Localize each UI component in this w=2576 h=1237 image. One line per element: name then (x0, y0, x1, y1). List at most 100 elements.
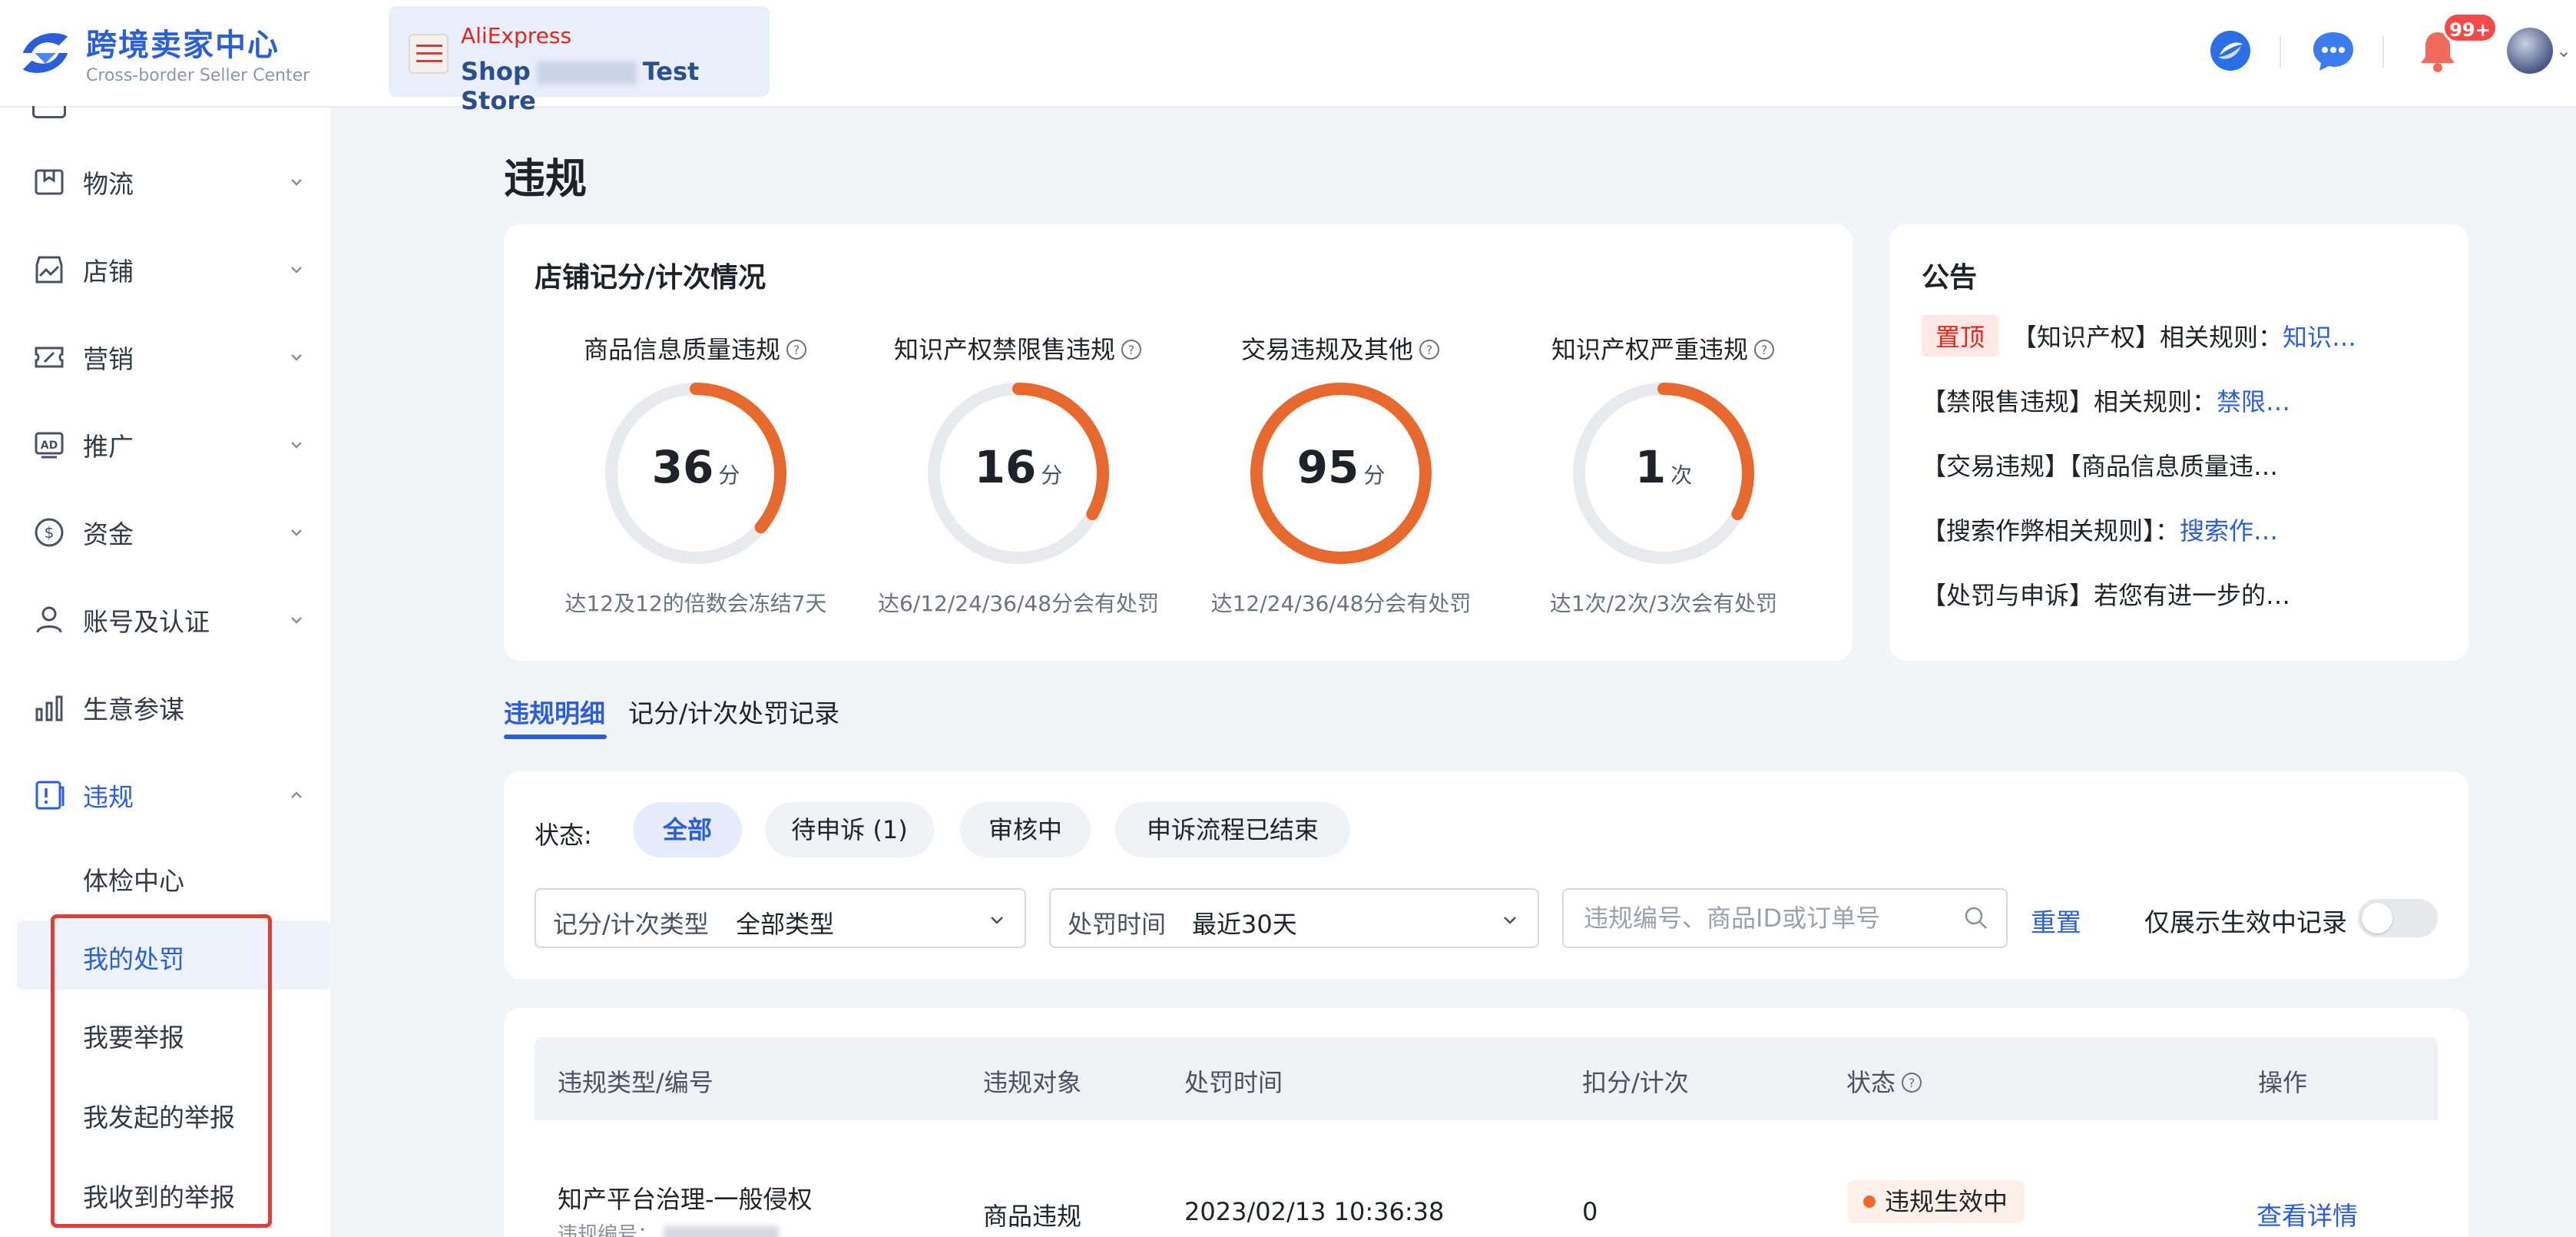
chevron-down-icon (291, 179, 302, 186)
sidebar-item-label: 营销 (83, 344, 134, 374)
store-switcher[interactable]: AliExpress Shop Test Store (389, 6, 770, 115)
table-header: 违规类型/编号 违规对象 处罚时间 扣分/计次 状态? 操作 (535, 1037, 2438, 1120)
dollar-icon: $ (35, 518, 64, 547)
chevron-down-icon (291, 529, 302, 536)
metric-note: 达12及12的倍数会冻结7天 (565, 591, 827, 616)
metric-value: 36 分 (651, 441, 740, 493)
type-select[interactable]: 记分/计次类型 全部类型 (535, 888, 1026, 948)
logo-subtitle: Cross-border Seller Center (86, 66, 310, 85)
announcement-item[interactable]: 【禁限售违规】相关规则：禁限… (1922, 383, 2290, 418)
notification-badge: 99+ (2442, 12, 2498, 43)
metric-label: 知识产权禁限售违规? (857, 330, 1180, 366)
announcement-title: 公告 (1922, 262, 1978, 293)
store-platform: AliExpress (461, 23, 572, 48)
sidebar-item-funds[interactable]: $ 资金 (0, 498, 330, 567)
sidebar-item-violation[interactable]: 违规 (0, 761, 330, 830)
logo-icon (22, 32, 68, 73)
chevron-down-icon[interactable]: ⌄ (2556, 40, 2571, 61)
sidebar-item-label: 账号及认证 (83, 607, 210, 637)
annotation-highlight-box (51, 914, 272, 1228)
metric-label: 知识产权严重违规? (1502, 330, 1825, 366)
svg-text:AD: AD (41, 439, 58, 452)
reset-button[interactable]: 重置 (2031, 902, 2081, 939)
violation-type: 知产平台治理-一般侵权 (558, 1185, 813, 1214)
ad-icon: AD (35, 432, 64, 459)
chevron-down-icon (991, 917, 1003, 924)
bar-chart-icon (35, 695, 63, 721)
active-only-toggle[interactable] (2358, 899, 2438, 937)
svg-text:?: ? (1761, 343, 1768, 357)
logo[interactable]: 跨境卖家中心 Cross-border Seller Center (15, 20, 310, 85)
penalty-time: 2023/02/13 10:36:38 (1184, 1197, 1445, 1226)
status-dot-icon (1863, 1196, 1876, 1208)
help-icon[interactable]: ? (1753, 338, 1776, 361)
score-card-title: 店铺记分/计次情况 (535, 262, 767, 293)
svg-text:?: ? (793, 343, 800, 357)
announcement-item[interactable]: 【交易违规】【商品信息质量违… (1922, 447, 2278, 483)
page-title: 违规 (504, 154, 587, 203)
chip-under-review[interactable]: 审核中 (960, 802, 1091, 857)
sidebar-item-marketing[interactable]: 营销 (0, 323, 330, 392)
chevron-down-icon (291, 354, 302, 361)
sidebar-item-label: 推广 (83, 432, 134, 462)
violation-number: 违规编号： (558, 1219, 785, 1237)
sidebar-item-label: 资金 (83, 519, 134, 549)
help-icon[interactable]: ? (785, 338, 808, 361)
sidebar-subitem-health-center[interactable]: 体检中心 (17, 842, 330, 911)
tab-violation-details[interactable]: 违规明细 (504, 693, 605, 730)
select-value: 全部类型 (736, 910, 835, 939)
chevron-down-icon (291, 617, 302, 624)
compass-icon[interactable] (2207, 28, 2253, 74)
sidebar-item-label: 物流 (83, 169, 134, 199)
metric-item: 知识产权严重违规? 1次 达1次/2次/3次会有处罚 (1502, 326, 1825, 618)
sidebar-item-label: 生意参谋 (83, 695, 184, 725)
svg-text:?: ? (1909, 1076, 1915, 1090)
help-icon[interactable]: ? (1120, 338, 1143, 361)
sidebar-item-promotion[interactable]: AD 推广 (0, 410, 330, 479)
package-icon (35, 169, 64, 195)
metric-value: 95 分 (1296, 441, 1386, 493)
sidebar-item-label: 店铺 (83, 257, 134, 287)
sidebar-item-label: 违规 (83, 782, 134, 812)
search-input[interactable] (1562, 888, 2008, 948)
metric-item: 交易违规及其他? 95 分 达12/24/36/48分会有处罚 (1180, 326, 1502, 618)
svg-text:$: $ (45, 523, 55, 542)
chevron-down-icon (291, 267, 302, 274)
shop-icon (35, 256, 63, 284)
column-header: 扣分/计次 (1582, 1068, 1689, 1097)
time-select[interactable]: 处罚时间 最近30天 (1049, 888, 1539, 948)
metric-note: 达12/24/36/48分会有处罚 (1210, 591, 1472, 616)
sidebar-subitem-label: 体检中心 (83, 866, 184, 896)
avatar[interactable] (2507, 28, 2553, 74)
help-icon[interactable]: ? (1418, 338, 1441, 361)
chip-appeal-ended[interactable]: 申诉流程已结束 (1115, 802, 1350, 857)
pin-tag: 置顶 (1922, 315, 1999, 357)
column-header: 操作 (2258, 1068, 2308, 1097)
announcement-item[interactable]: 【搜索作弊相关规则】：搜索作… (1922, 512, 2278, 547)
toggle-knob (2362, 903, 2392, 934)
sidebar-item-shop[interactable]: 店铺 (0, 235, 330, 304)
search-icon[interactable] (1963, 905, 1989, 931)
help-icon[interactable]: ? (1900, 1071, 1923, 1094)
chip-pending-appeal[interactable]: 待申诉 (1) (765, 802, 934, 857)
sidebar-item-logistics[interactable]: 物流 (0, 148, 330, 217)
chat-icon[interactable] (2310, 28, 2356, 74)
svg-text:?: ? (1128, 343, 1135, 357)
metric-label: 交易违规及其他? (1180, 330, 1502, 366)
status-filter-label: 状态: (535, 821, 592, 850)
sidebar-item-account[interactable]: 账号及认证 (0, 585, 330, 655)
tab-penalty-records[interactable]: 记分/计次处罚记录 (628, 693, 839, 730)
select-label: 记分/计次类型 (553, 910, 709, 939)
view-details-link[interactable]: 查看详情 (2256, 1196, 2358, 1232)
select-value: 最近30天 (1192, 910, 1297, 939)
svg-text:?: ? (1426, 343, 1433, 357)
chevron-up-icon (291, 791, 302, 798)
metric-note: 达1次/2次/3次会有处罚 (1549, 591, 1778, 616)
announcement-item[interactable]: 置顶 【知识产权】相关规则：知识… (1922, 315, 2356, 357)
chip-all[interactable]: 全部 (633, 802, 742, 857)
header-divider (2382, 35, 2384, 68)
announcement-item[interactable]: 【处罚与申诉】若您有进一步的… (1922, 576, 2290, 612)
metric-label: 商品信息质量违规? (535, 330, 857, 366)
sidebar-item-business-advisor[interactable]: 生意参谋 (0, 673, 330, 742)
violation-target: 商品违规 (983, 1202, 1082, 1231)
